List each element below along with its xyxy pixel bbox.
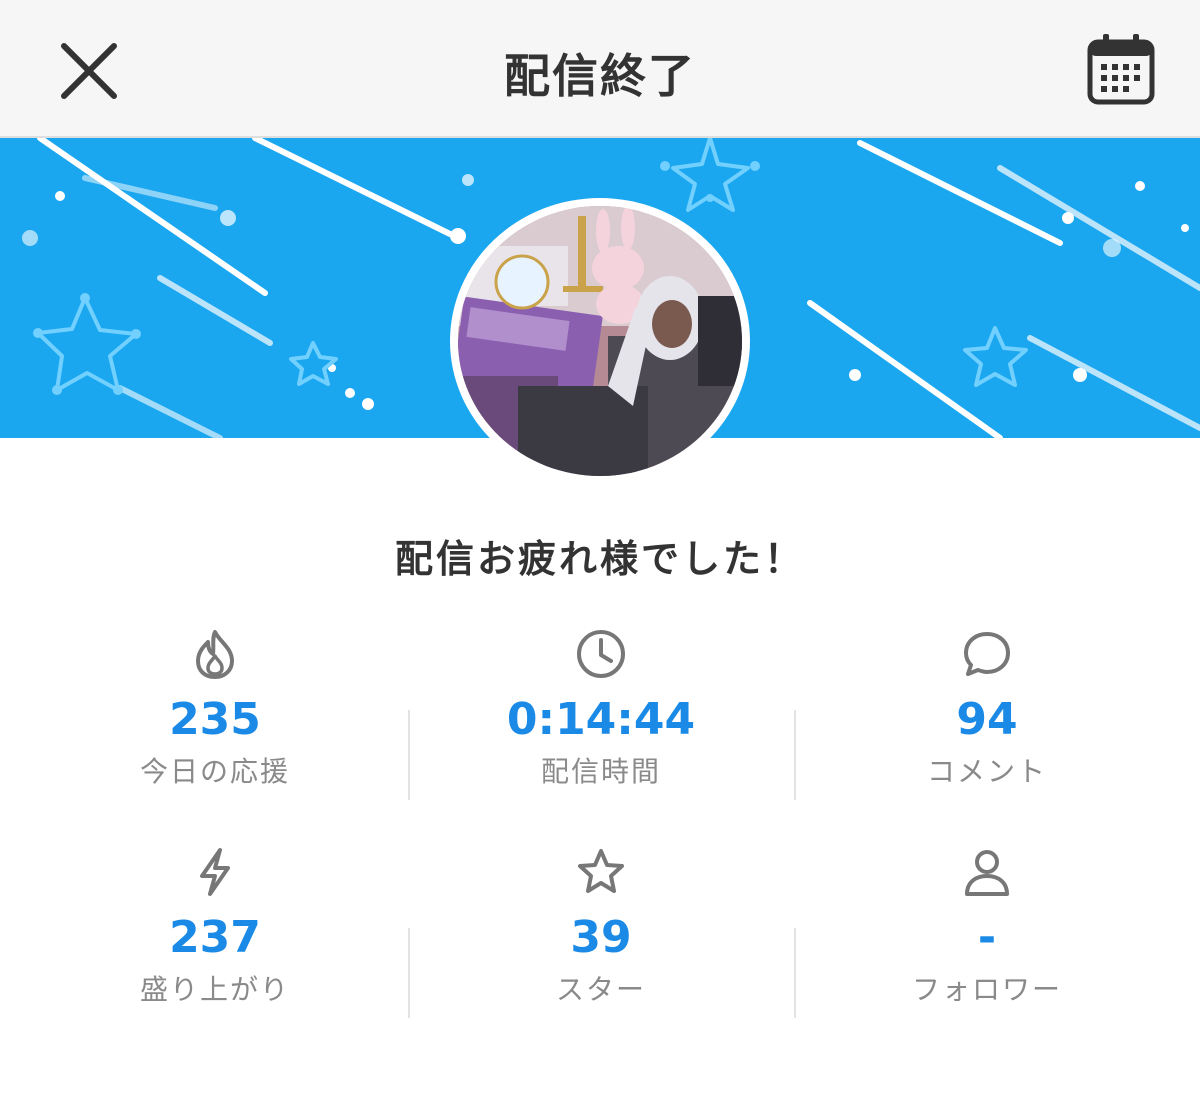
stat-excitement: 237 盛り上がり (65, 846, 365, 1008)
stat-stars: 39 スター (451, 846, 751, 1008)
stat-value: - (977, 912, 997, 963)
avatar[interactable] (458, 206, 742, 476)
stat-label: 配信時間 (540, 755, 661, 788)
divider (408, 928, 410, 1018)
divider (408, 710, 410, 800)
person-icon (965, 850, 1009, 896)
stat-label: 今日の応援 (139, 755, 290, 788)
star-icon (578, 849, 624, 893)
stat-label: 盛り上がり (139, 973, 290, 1006)
avatar-illustration (458, 206, 742, 476)
clock-icon (577, 630, 625, 678)
stat-cheers: 235 今日の応援 (65, 628, 365, 790)
calendar-button[interactable] (1086, 32, 1156, 106)
stat-label: スター (555, 973, 646, 1006)
completion-message: 配信お疲れ様でした！ (394, 537, 805, 581)
lightning-icon (200, 848, 230, 896)
stat-value: 237 (169, 912, 261, 963)
stat-label: コメント (926, 755, 1047, 788)
top-bar: 配信終了 (0, 0, 1200, 138)
speech-bubble-icon (964, 632, 1010, 676)
stat-comments: 94 コメント (837, 628, 1137, 790)
calendar-icon (1087, 34, 1155, 105)
stat-followers: - フォロワー (837, 846, 1137, 1008)
stat-value: 235 (169, 694, 261, 745)
stat-stream-time: 0:14:44 配信時間 (451, 628, 751, 790)
stat-value: 94 (956, 694, 1018, 745)
stat-value: 39 (570, 912, 632, 963)
stat-value: 0:14:44 (506, 694, 696, 745)
page-title: 配信終了 (504, 49, 696, 103)
divider (794, 710, 796, 800)
flame-icon (196, 630, 234, 679)
stat-label: フォロワー (911, 973, 1062, 1006)
divider (794, 928, 796, 1018)
